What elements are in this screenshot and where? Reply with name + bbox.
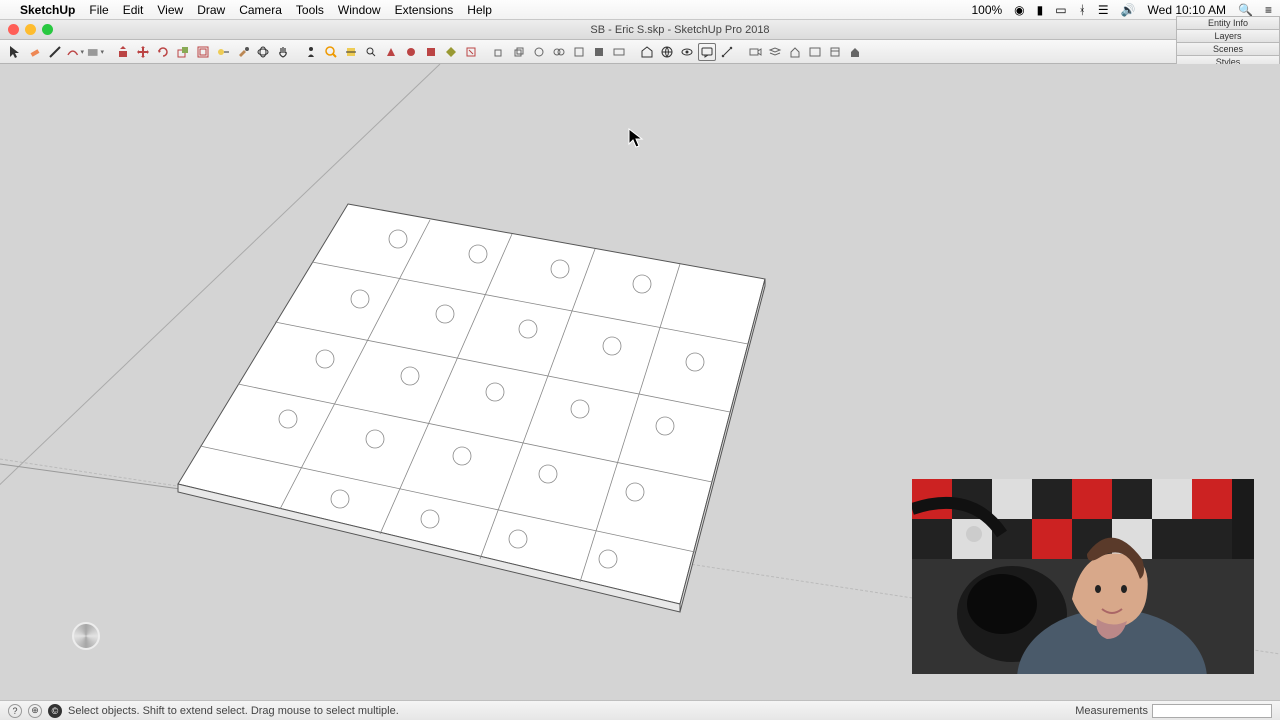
extension3-icon[interactable] — [422, 43, 440, 61]
rectangle-tool-icon[interactable] — [86, 43, 104, 61]
clock[interactable]: Wed 10:10 AM — [1148, 3, 1227, 17]
camera1-icon[interactable] — [746, 43, 764, 61]
extension4-icon[interactable] — [442, 43, 460, 61]
measure-icon[interactable] — [718, 43, 736, 61]
scene-icon[interactable] — [806, 43, 824, 61]
section-tool-icon[interactable] — [342, 43, 360, 61]
tray-scenes[interactable]: Scenes — [1176, 42, 1280, 55]
move-tool-icon[interactable] — [134, 43, 152, 61]
menu-window[interactable]: Window — [338, 3, 381, 17]
extension1-icon[interactable] — [382, 43, 400, 61]
warehouse-icon[interactable] — [638, 43, 656, 61]
toolbar — [0, 40, 1280, 64]
zoom-window-icon[interactable] — [362, 43, 380, 61]
window-titlebar: SB - Eric S.skp - SketchUp Pro 2018 — [0, 20, 1280, 40]
home-icon[interactable] — [786, 43, 804, 61]
paint-tool-icon[interactable] — [234, 43, 252, 61]
bluetooth-icon[interactable]: ᚼ — [1079, 3, 1086, 17]
maximize-icon[interactable] — [42, 24, 53, 35]
menu-edit[interactable]: Edit — [123, 3, 144, 17]
tape-tool-icon[interactable] — [214, 43, 232, 61]
arc-tool-icon[interactable] — [66, 43, 84, 61]
minimize-icon[interactable] — [25, 24, 36, 35]
solid6-icon[interactable] — [590, 43, 608, 61]
spotlight-icon[interactable]: 🔍 — [1238, 3, 1253, 17]
eye-icon[interactable] — [678, 43, 696, 61]
solid1-icon[interactable] — [490, 43, 508, 61]
status-credit-icon[interactable]: © — [48, 704, 62, 718]
select-tool-icon[interactable] — [6, 43, 24, 61]
status-hint: Select objects. Shift to extend select. … — [68, 705, 399, 717]
menu-view[interactable]: View — [157, 3, 183, 17]
talk-icon[interactable] — [698, 43, 716, 61]
siri-icon[interactable]: ◉ — [1014, 3, 1024, 17]
battery-icon[interactable]: ▮ — [1037, 3, 1044, 17]
document-title: SB - Eric S.skp - SketchUp Pro 2018 — [590, 24, 769, 36]
globe-icon[interactable] — [658, 43, 676, 61]
menu-draw[interactable]: Draw — [197, 3, 225, 17]
tray-entity-info[interactable]: Entity Info — [1176, 16, 1280, 29]
zoom-level: 100% — [971, 3, 1002, 17]
rotate-tool-icon[interactable] — [154, 43, 172, 61]
shadow-icon[interactable] — [846, 43, 864, 61]
puzzle-model[interactable] — [178, 204, 765, 612]
extension2-icon[interactable] — [402, 43, 420, 61]
status-info-icon[interactable]: ? — [8, 704, 22, 718]
solid5-icon[interactable] — [570, 43, 588, 61]
offset-tool-icon[interactable] — [194, 43, 212, 61]
menu-tools[interactable]: Tools — [296, 3, 324, 17]
style-icon[interactable] — [826, 43, 844, 61]
pan-tool-icon[interactable] — [274, 43, 292, 61]
solid7-icon[interactable] — [610, 43, 628, 61]
measurements-input[interactable] — [1152, 704, 1272, 718]
modeling-viewport[interactable] — [0, 64, 1280, 700]
layer-icon[interactable] — [766, 43, 784, 61]
solid3-icon[interactable] — [530, 43, 548, 61]
solid4-icon[interactable] — [550, 43, 568, 61]
display-icon[interactable]: ▭ — [1055, 3, 1066, 17]
scale-tool-icon[interactable] — [174, 43, 192, 61]
status-bar: ? ⊕ © Select objects. Shift to extend se… — [0, 700, 1280, 720]
pushpull-tool-icon[interactable] — [114, 43, 132, 61]
volume-icon[interactable]: 🔊 — [1121, 3, 1136, 17]
menu-camera[interactable]: Camera — [239, 3, 282, 17]
orbit-tool-icon[interactable] — [254, 43, 272, 61]
extension5-icon[interactable] — [462, 43, 480, 61]
app-name[interactable]: SketchUp — [20, 3, 75, 17]
solid2-icon[interactable] — [510, 43, 528, 61]
zoom-tool-icon[interactable] — [322, 43, 340, 61]
menu-help[interactable]: Help — [467, 3, 492, 17]
eraser-tool-icon[interactable] — [26, 43, 44, 61]
mac-menubar: SketchUp File Edit View Draw Camera Tool… — [0, 0, 1280, 20]
status-geo-icon[interactable]: ⊕ — [28, 704, 42, 718]
person-tool-icon[interactable] — [302, 43, 320, 61]
menu-file[interactable]: File — [89, 3, 108, 17]
watermark-icon — [72, 622, 100, 650]
wifi-icon[interactable]: ☰ — [1098, 3, 1109, 17]
tray-layers[interactable]: Layers — [1176, 29, 1280, 42]
webcam-overlay — [912, 479, 1254, 674]
notifications-icon[interactable]: ≡ — [1265, 3, 1272, 17]
measurements-label: Measurements — [1075, 705, 1148, 717]
close-icon[interactable] — [8, 24, 19, 35]
line-tool-icon[interactable] — [46, 43, 64, 61]
menu-extensions[interactable]: Extensions — [395, 3, 454, 17]
